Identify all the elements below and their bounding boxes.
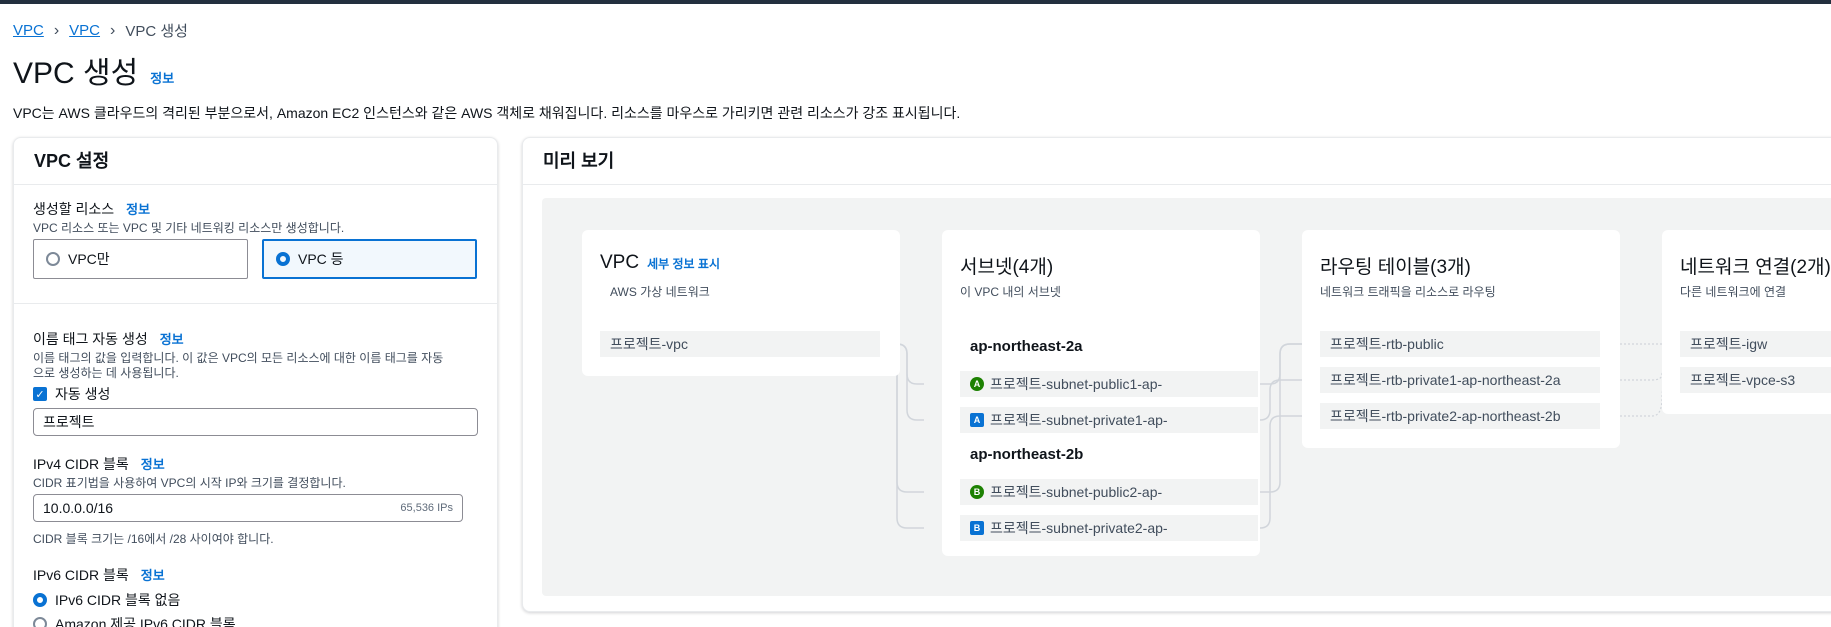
subnet-private1[interactable]: A 프로젝트-subnet-private1-ap-	[960, 407, 1258, 433]
top-bar	[0, 0, 1831, 4]
vpc-settings-header: VPC 설정	[14, 138, 497, 185]
ipv4-ip-count: 65,536 IPs	[400, 502, 453, 514]
connection-vpce-s3[interactable]: 프로젝트-vpce-s3	[1680, 367, 1831, 393]
route-tables-card-title: 라우팅 테이블(3개)	[1320, 257, 1471, 278]
radio-ipv6-amazon[interactable]	[33, 617, 47, 627]
chevron-right-icon: ›	[110, 21, 116, 39]
resources-info-link[interactable]: 정보	[126, 199, 150, 218]
vpc-details-link[interactable]: 세부 정보 표시	[647, 255, 720, 272]
subnet-public1[interactable]: A 프로젝트-subnet-public1-ap-	[960, 371, 1258, 397]
option-vpc-only-label: VPC만	[68, 251, 110, 267]
az-label-2a: ap-northeast-2a	[970, 338, 1083, 355]
option-vpc-only[interactable]: VPC만	[33, 239, 248, 279]
resources-label-row: 생성할 리소스 정보	[33, 199, 150, 219]
auto-generate-checkbox-row[interactable]: ✓ 자동 생성	[33, 384, 110, 404]
ipv4-label-row: IPv4 CIDR 블록 정보	[33, 454, 165, 474]
resources-hint: VPC 리소스 또는 VPC 및 기타 네트워킹 리소스만 생성합니다.	[33, 221, 345, 235]
route-tables-card-subtitle: 네트워크 트래픽을 리소스로 라우팅	[1320, 285, 1496, 299]
public-subnet-badge-icon: A	[970, 377, 984, 391]
name-tag-input[interactable]: 프로젝트	[33, 408, 478, 436]
subnet-public2[interactable]: B 프로젝트-subnet-public2-ap-	[960, 479, 1258, 505]
breadcrumb-vpc-root[interactable]: VPC	[13, 22, 44, 39]
name-tag-label: 이름 태그 자동 생성	[33, 331, 148, 347]
breadcrumb-current: VPC 생성	[125, 23, 188, 40]
rtb-public[interactable]: 프로젝트-rtb-public	[1320, 331, 1600, 357]
ipv6-label: IPv6 CIDR 블록	[33, 567, 129, 583]
az-label-2b: ap-northeast-2b	[970, 446, 1084, 463]
ipv6-option-amazon-label: Amazon 제공 IPv6 CIDR 블록	[55, 616, 236, 627]
rtb-private2[interactable]: 프로젝트-rtb-private2-ap-northeast-2b	[1320, 403, 1600, 429]
ipv4-hint: CIDR 표기법을 사용하여 VPC의 시작 IP와 크기를 결정합니다.	[33, 476, 346, 490]
radio-ipv6-none[interactable]	[33, 593, 47, 607]
resources-label: 생성할 리소스	[33, 201, 115, 217]
chevron-right-icon: ›	[53, 21, 60, 39]
option-vpc-and-more[interactable]: VPC 등	[262, 239, 477, 279]
preview-header: 미리 보기	[523, 138, 1831, 185]
vpc-card-title-row: VPC 세부 정보 표시	[600, 252, 720, 274]
subnet-public1-label: 프로젝트-subnet-public1-ap-	[990, 376, 1163, 392]
name-tag-hint-line2: 으로 생성하는 데 사용됩니다.	[33, 366, 179, 380]
private-subnet-badge-icon: A	[970, 413, 984, 427]
name-tag-label-row: 이름 태그 자동 생성 정보	[33, 329, 184, 349]
auto-generate-label: 자동 생성	[55, 386, 111, 402]
network-connections-card-title: 네트워크 연결(2개)	[1680, 257, 1831, 278]
section-divider	[14, 303, 497, 304]
page-title: VPC 생성	[13, 57, 139, 90]
route-tables-card: 라우팅 테이블(3개) 네트워크 트래픽을 리소스로 라우팅 프로젝트-rtb-…	[1302, 230, 1620, 448]
breadcrumb-vpc[interactable]: VPC	[69, 22, 100, 39]
ipv6-option-none-label: IPv6 CIDR 블록 없음	[55, 592, 181, 608]
page-title-row: VPC 생성 정보	[13, 48, 174, 92]
ipv6-info-link[interactable]: 정보	[141, 565, 165, 584]
network-connections-card-subtitle: 다른 네트워크에 연결	[1680, 285, 1787, 299]
page-description: VPC는 AWS 클라우드의 격리된 부분으로서, Amazon EC2 인스턴…	[13, 105, 961, 121]
subnet-public2-label: 프로젝트-subnet-public2-ap-	[990, 484, 1163, 500]
radio-vpc-and-more[interactable]	[276, 252, 290, 266]
private-subnet-badge-icon: B	[970, 521, 984, 535]
connection-igw[interactable]: 프로젝트-igw	[1680, 331, 1831, 357]
vpc-card: VPC 세부 정보 표시 AWS 가상 네트워크 프로젝트-vpc	[582, 230, 900, 376]
ipv4-label: IPv4 CIDR 블록	[33, 456, 129, 472]
page-info-link[interactable]: 정보	[150, 68, 174, 87]
ipv6-label-row: IPv6 CIDR 블록 정보	[33, 565, 165, 585]
ipv6-option-amazon[interactable]: Amazon 제공 IPv6 CIDR 블록	[33, 614, 236, 627]
public-subnet-badge-icon: B	[970, 485, 984, 499]
subnets-card-subtitle: 이 VPC 내의 서브넷	[960, 285, 1061, 299]
vpc-item[interactable]: 프로젝트-vpc	[600, 331, 880, 357]
checkbox-checked-icon[interactable]: ✓	[33, 387, 47, 401]
subnets-card: 서브넷(4개) 이 VPC 내의 서브넷 ap-northeast-2a A 프…	[942, 230, 1260, 556]
ipv6-option-none[interactable]: IPv6 CIDR 블록 없음	[33, 590, 180, 610]
vpc-settings-panel: VPC 설정 생성할 리소스 정보 VPC 리소스 또는 VPC 및 기타 네트…	[13, 137, 498, 627]
vpc-card-subtitle: AWS 가상 네트워크	[610, 285, 710, 299]
subnet-private2[interactable]: B 프로젝트-subnet-private2-ap-	[960, 515, 1258, 541]
ipv4-constraint: CIDR 블록 크기는 /16에서 /28 사이여야 합니다.	[33, 532, 274, 546]
preview-canvas: VPC 세부 정보 표시 AWS 가상 네트워크 프로젝트-vpc 서브넷(4개…	[542, 198, 1831, 596]
radio-vpc-only[interactable]	[46, 252, 60, 266]
network-connections-card: 네트워크 연결(2개) 다른 네트워크에 연결 프로젝트-igw 프로젝트-vp…	[1662, 230, 1831, 414]
option-vpc-and-more-label: VPC 등	[298, 251, 344, 267]
rtb-private1[interactable]: 프로젝트-rtb-private1-ap-northeast-2a	[1320, 367, 1600, 393]
subnets-card-title: 서브넷(4개)	[960, 257, 1054, 278]
name-tag-info-link[interactable]: 정보	[160, 329, 184, 348]
subnet-private2-label: 프로젝트-subnet-private2-ap-	[990, 520, 1168, 536]
subnet-private1-label: 프로젝트-subnet-private1-ap-	[990, 412, 1168, 428]
preview-panel: 미리 보기 VPC 세부 정보 표시 AWS 가상 네트워크 프로젝트-vpc …	[522, 137, 1831, 612]
ipv4-cidr-input[interactable]: 10.0.0.0/16 65,536 IPs	[33, 494, 463, 522]
ipv4-cidr-value: 10.0.0.0/16	[43, 500, 114, 516]
ipv4-info-link[interactable]: 정보	[141, 454, 165, 473]
breadcrumb: VPC › VPC › VPC 생성	[13, 20, 188, 41]
vpc-card-title: VPC	[600, 252, 640, 273]
